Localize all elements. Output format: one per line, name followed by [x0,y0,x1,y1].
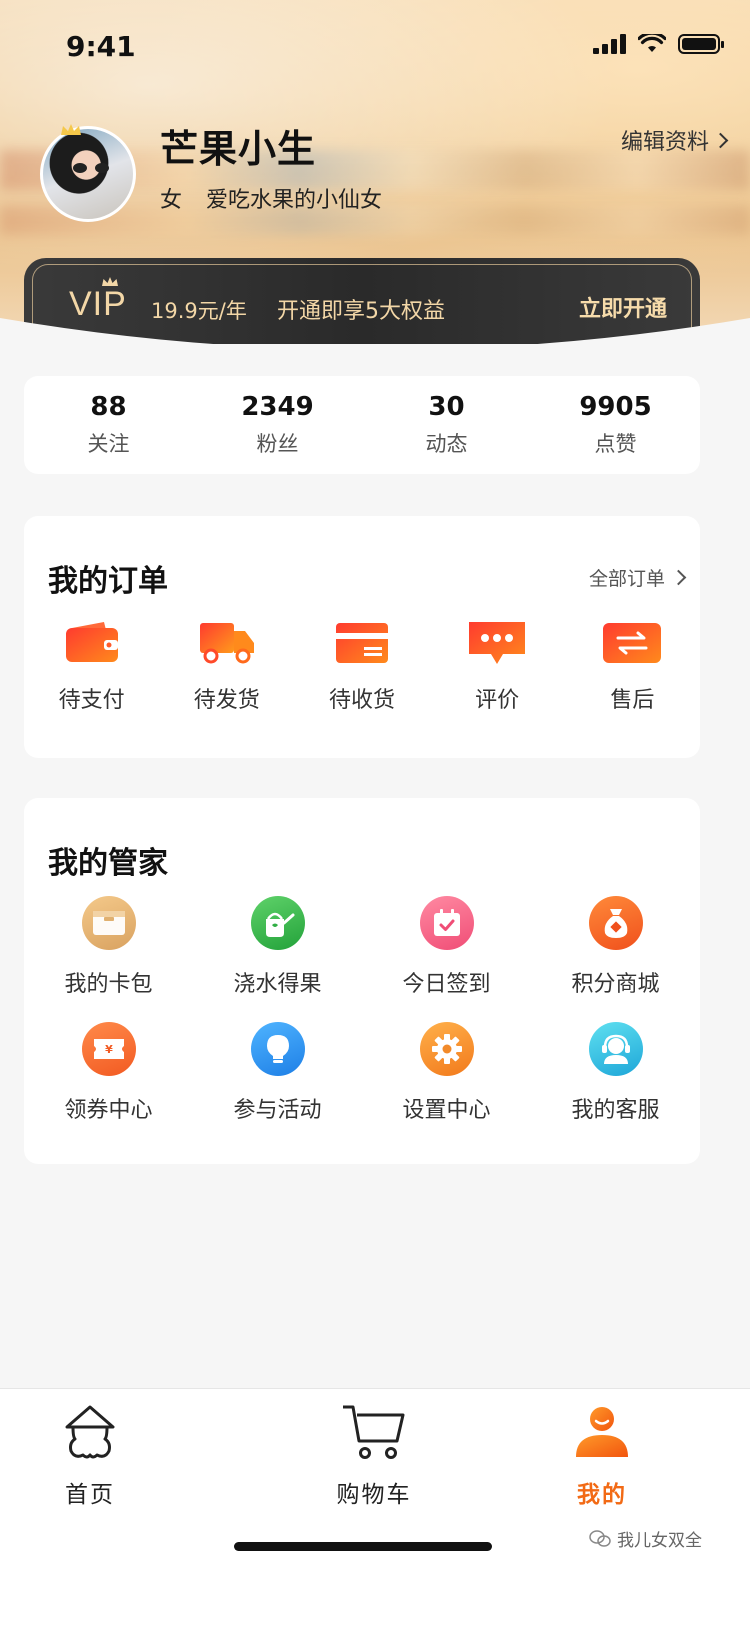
butler-checkin[interactable]: 今日签到 [362,896,531,1022]
tab-label: 首页 [65,1482,115,1508]
butler-settings[interactable]: 设置中心 [362,1022,531,1148]
stat-value: 30 [428,392,465,422]
butler-item-label: 我的客服 [571,1098,660,1123]
edit-profile-button[interactable]: 编辑资料 [620,124,729,156]
chevron-right-icon [712,132,729,148]
butler-item-label: 领券中心 [64,1098,153,1123]
tab-label: 购物车 [336,1482,412,1508]
all-orders-link[interactable]: 全部订单 [588,564,687,591]
watermark-text: 我儿女双全 [617,1531,702,1551]
tab-bar: 首页 购物车 我的 [0,1388,750,1625]
butler-customer-service[interactable]: 我的客服 [531,1022,700,1148]
butler-item-label: 参与活动 [233,1098,322,1123]
butler-item-label: 设置中心 [402,1098,491,1123]
battery-icon [678,34,724,54]
order-review[interactable]: 评价 [430,620,565,714]
truck-icon [199,623,254,664]
status-time: 9:41 [66,30,136,63]
stat-value: 2349 [241,392,314,422]
customer-service-icon [601,1034,630,1064]
butler-item-label: 今日签到 [402,972,491,997]
user-signature: 爱吃水果的小仙女 [206,188,383,213]
exchange-icon [603,623,662,663]
orders-card: 我的订单 全部订单 待支付 待发货 待收货 评价 售后 [24,516,700,758]
butler-coupons[interactable]: ¥ 领券中心 [24,1022,193,1148]
stat-posts[interactable]: 30 动态 [362,376,531,474]
butler-item-label: 积分商城 [571,972,660,997]
tab-cart[interactable]: 购物车 [304,1403,444,1509]
user-bio: 女爱吃水果的小仙女 [160,182,382,214]
order-after-sales[interactable]: 售后 [565,620,700,714]
butler-card: 我的管家 我的卡包 浇水得果 今日签到 积分商城 ¥ 领券中心 参与活动 设置中… [24,798,700,1164]
all-orders-label: 全部订单 [588,568,665,590]
tab-mine[interactable]: 我的 [532,1403,672,1509]
stats-card: 88 关注 2349 粉丝 30 动态 9905 点赞 [24,376,700,474]
profile-icon [576,1407,628,1457]
points-bag-icon [604,909,627,938]
chevron-right-icon [670,569,687,586]
tab-label: 我的 [577,1482,627,1508]
order-item-label: 待支付 [58,688,125,713]
crown-icon [61,124,81,135]
watermark: 我儿女双全 [589,1526,702,1551]
stat-label: 粉丝 [256,432,299,456]
stat-label: 动态 [425,432,468,456]
user-name: 芒果小生 [160,127,317,171]
comment-icon [469,622,526,664]
order-pending-shipment[interactable]: 待发货 [159,620,294,714]
watering-can-icon [265,912,294,937]
card-bag-icon [92,911,125,935]
card-icon [335,623,388,663]
status-icons [593,34,724,54]
order-item-label: 待收货 [328,688,395,713]
avatar[interactable] [40,126,136,222]
butler-card-bag[interactable]: 我的卡包 [24,896,193,1022]
order-item-label: 待发货 [193,688,260,713]
home-indicator [234,1542,492,1551]
stat-fans[interactable]: 2349 粉丝 [193,376,362,474]
home-icon [65,1405,115,1459]
vip-crown-icon [102,277,118,286]
gear-icon [431,1034,462,1064]
stat-label: 关注 [87,432,130,456]
svg-text:¥: ¥ [105,1043,113,1056]
stat-value: 88 [90,392,127,422]
cart-icon [343,1405,405,1459]
order-item-label: 评价 [475,688,520,713]
butler-title: 我的管家 [48,846,168,881]
stat-value: 9905 [579,392,652,422]
wallet-icon [65,622,118,662]
header-curve [0,318,750,372]
cellular-signal-icon [593,34,626,54]
edit-profile-label: 编辑资料 [620,130,709,155]
wifi-icon [638,34,666,52]
order-pending-receipt[interactable]: 待收货 [294,620,429,714]
stat-following[interactable]: 88 关注 [24,376,193,474]
orders-title: 我的订单 [48,564,168,599]
wechat-icon [589,1529,611,1547]
user-gender: 女 [160,188,183,213]
coupon-icon: ¥ [93,1039,124,1059]
stat-label: 点赞 [594,432,637,456]
order-item-label: 售后 [610,688,655,713]
tab-home[interactable]: 首页 [20,1403,160,1509]
butler-activities[interactable]: 参与活动 [193,1022,362,1148]
butler-points-mall[interactable]: 积分商城 [531,896,700,1022]
order-pending-payment[interactable]: 待支付 [24,620,159,714]
stat-likes[interactable]: 9905 点赞 [531,376,700,474]
calendar-check-icon [433,909,460,936]
butler-item-label: 我的卡包 [64,972,153,997]
butler-item-label: 浇水得果 [233,972,322,997]
lightbulb-icon [266,1035,289,1063]
butler-watering[interactable]: 浇水得果 [193,896,362,1022]
